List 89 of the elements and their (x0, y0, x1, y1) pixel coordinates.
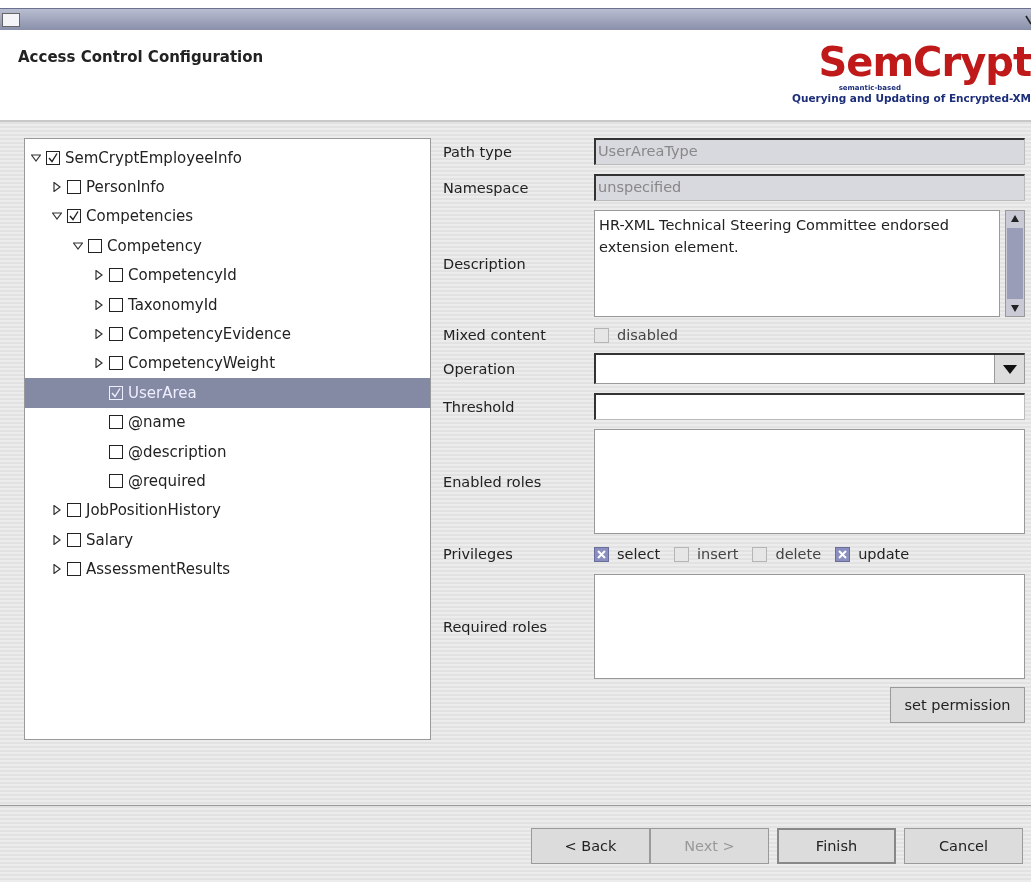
checkbox[interactable] (835, 546, 851, 562)
page-title: Access Control Configuration (18, 48, 264, 68)
roles-list[interactable] (594, 574, 1025, 679)
expand-icon[interactable] (52, 534, 62, 545)
tree-label: TaxonomyId (128, 295, 218, 314)
tree-label: AssessmentResults (86, 560, 231, 579)
checkbox[interactable] (67, 562, 81, 577)
tree-label: CompetencyWeight (128, 354, 275, 373)
checkbox[interactable] (109, 327, 123, 342)
checkbox[interactable] (67, 209, 81, 224)
logo-subtitle: Querying and Updating of Encrypted-XM (792, 92, 1031, 104)
collapse-icon[interactable] (52, 211, 62, 222)
tree-item[interactable]: Competency (25, 231, 430, 261)
field-label: Enabled roles (443, 473, 543, 490)
window-menu-icon[interactable] (2, 12, 20, 27)
tree-item[interactable]: Competencies (25, 201, 430, 232)
tree-item[interactable]: CompetencyEvidence (25, 319, 430, 349)
logo-name: SemCrypt (818, 38, 1031, 85)
expand-icon[interactable] (52, 505, 62, 516)
field-label: Operation (443, 360, 517, 377)
checkbox[interactable] (109, 268, 123, 283)
expand-icon[interactable] (94, 329, 104, 340)
tree-item[interactable]: @required (25, 466, 430, 496)
collapse-icon[interactable] (31, 152, 41, 163)
tree-item[interactable]: PersonInfo (25, 172, 430, 202)
dropdown-arrow-icon (1002, 364, 1017, 374)
checkbox-label: select (617, 546, 661, 562)
field-label: Required roles (443, 618, 549, 635)
checkbox[interactable] (109, 444, 123, 459)
tree-label: JobPositionHistory (86, 501, 221, 520)
checkbox[interactable] (594, 327, 609, 343)
checkbox[interactable] (109, 474, 123, 488)
checkbox[interactable] (67, 503, 81, 518)
tree-label: CompetencyId (128, 266, 237, 285)
checkbox-label: insert (697, 546, 739, 562)
checkbox[interactable] (88, 238, 102, 253)
wizard-button[interactable]: < Back (531, 828, 650, 864)
checkbox[interactable] (109, 356, 123, 371)
checkbox-label: disabled (617, 327, 679, 343)
field-label: Threshold (443, 398, 516, 415)
expand-icon[interactable] (94, 358, 104, 369)
checkbox[interactable] (674, 546, 690, 562)
tree-item[interactable]: @description (25, 436, 430, 467)
set-permission-button[interactable]: set permission (890, 687, 1025, 723)
tree-label: Competency (107, 236, 202, 255)
description-field[interactable]: HR-XML Technical Steering Committee endorsed extension element. (594, 210, 1000, 317)
tree-label: SemCryptEmployeeInfo (65, 148, 242, 167)
tree-item[interactable]: CompetencyId (25, 260, 430, 290)
field-label: Path type (443, 143, 513, 160)
tree-label: @required (128, 472, 206, 490)
checkbox[interactable] (752, 546, 768, 562)
tree-item[interactable]: SemCryptEmployeeInfo (25, 143, 430, 173)
checkbox[interactable] (109, 415, 123, 430)
checkbox[interactable] (67, 180, 81, 195)
collapse-icon[interactable] (73, 240, 83, 251)
expand-icon[interactable] (94, 299, 104, 310)
tree-item[interactable]: AssessmentResults (25, 554, 430, 584)
tree-label: PersonInfo (86, 178, 165, 197)
text-field[interactable] (594, 393, 1025, 420)
tree-label: @description (128, 442, 227, 461)
expand-icon[interactable] (52, 182, 62, 193)
tree-label: @name (128, 413, 186, 432)
roles-list[interactable] (594, 429, 1025, 534)
tree-label: Competencies (86, 207, 194, 226)
tree-label: UserArea (128, 383, 197, 402)
close-icon[interactable] (1025, 13, 1031, 26)
field-label: Description (443, 255, 527, 272)
checkbox[interactable] (109, 297, 123, 312)
checkbox[interactable] (46, 150, 60, 165)
wizard-button[interactable]: Cancel (904, 828, 1023, 864)
tree-label: Salary (86, 530, 134, 549)
tree-item[interactable]: Salary (25, 525, 430, 555)
expand-icon[interactable] (52, 564, 62, 575)
field-label: Namespace (443, 179, 530, 196)
field-label: Mixed content (443, 327, 547, 343)
scrollbar[interactable] (1005, 210, 1025, 317)
tree-item[interactable]: JobPositionHistory (25, 495, 430, 526)
checkbox[interactable] (594, 546, 609, 562)
checkbox-label: update (858, 546, 910, 562)
checkbox[interactable] (67, 532, 81, 547)
expand-icon[interactable] (94, 270, 104, 281)
field-label: Privileges (443, 546, 514, 562)
tree-label: CompetencyEvidence (128, 325, 291, 344)
tree-item[interactable]: TaxonomyId (25, 289, 430, 320)
tree-item[interactable]: CompetencyWeight (25, 348, 430, 379)
wizard-button[interactable]: Finish (777, 828, 896, 864)
checkbox-label: delete (775, 546, 822, 562)
tree-item[interactable]: @name (25, 407, 430, 437)
operation-dropdown[interactable] (594, 353, 1025, 384)
